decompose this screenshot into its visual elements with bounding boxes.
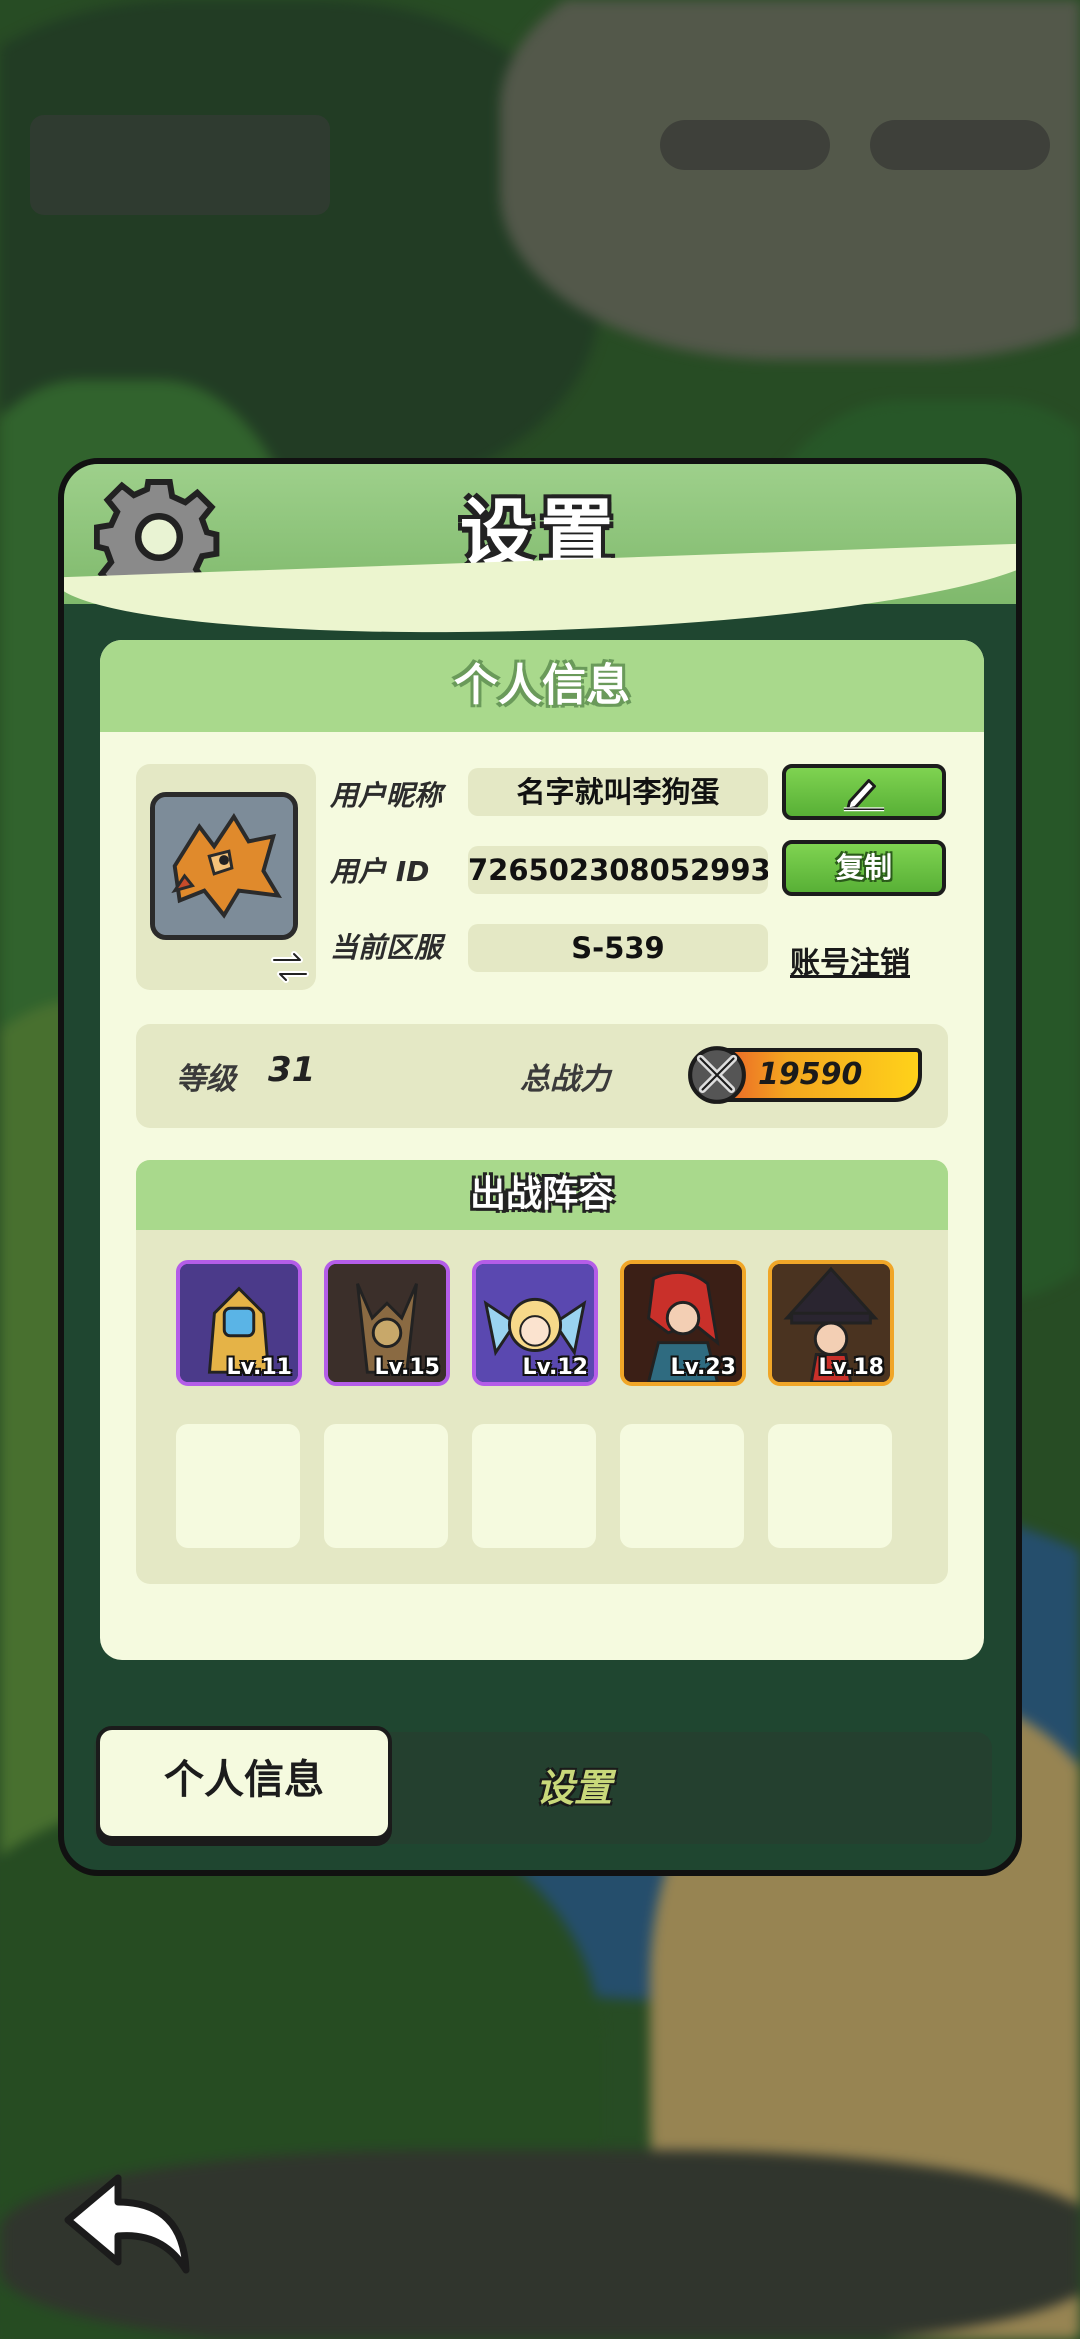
hero-level: Lv.23 bbox=[670, 1355, 736, 1380]
crossed-swords-icon bbox=[688, 1046, 746, 1104]
resource-pill bbox=[870, 120, 1050, 170]
power-value: 19590 bbox=[758, 1057, 863, 1092]
level-value: 31 bbox=[268, 1050, 316, 1090]
avatar-container[interactable] bbox=[136, 764, 316, 990]
empty-slot[interactable] bbox=[620, 1424, 744, 1548]
hero-slot-1[interactable]: Lv.11 bbox=[176, 1260, 302, 1386]
copy-id-button[interactable]: 复制 bbox=[782, 840, 946, 896]
pencil-icon bbox=[843, 779, 885, 812]
hero-level: Lv.12 bbox=[522, 1355, 588, 1380]
tab-bar: 个人信息 设置 bbox=[94, 1726, 992, 1844]
team-lineup: 出战阵容 Lv.11 Lv.15 Lv.12 Lv.23 Lv.18 bbox=[136, 1160, 948, 1584]
hero-level: Lv.15 bbox=[374, 1355, 440, 1380]
empty-slot[interactable] bbox=[768, 1424, 892, 1548]
user-id-label: 用户 ID bbox=[330, 855, 430, 888]
swap-icon[interactable] bbox=[270, 950, 310, 984]
tab-personal-info[interactable]: 个人信息 bbox=[96, 1726, 392, 1840]
player-hud bbox=[30, 115, 330, 215]
dragon-avatar-icon bbox=[155, 797, 293, 935]
empty-slot[interactable] bbox=[176, 1424, 300, 1548]
resource-pill bbox=[660, 120, 830, 170]
power-label: 总战力 bbox=[520, 1062, 610, 1097]
user-id-value: 7265023080529938​0 bbox=[468, 846, 768, 894]
level-label: 等级 bbox=[176, 1062, 236, 1097]
nickname-value: 名字就叫李狗蛋 bbox=[468, 768, 768, 816]
empty-slot[interactable] bbox=[324, 1424, 448, 1548]
stats-row: 等级 31 总战力 19590 bbox=[136, 1024, 948, 1128]
cancel-account-link[interactable]: 账号注销 bbox=[790, 938, 910, 982]
hero-level: Lv.11 bbox=[226, 1355, 292, 1380]
nickname-label: 用户昵称 bbox=[330, 779, 443, 812]
team-title: 出战阵容 bbox=[136, 1160, 948, 1230]
avatar[interactable] bbox=[150, 792, 298, 940]
settings-panel: 设置 个人信息 用户昵称 名字就叫李狗蛋 用户 ID 7265023080529… bbox=[58, 458, 1022, 1876]
personal-info-card: 个人信息 用户昵称 名字就叫李狗蛋 用户 ID 726502308052993 … bbox=[100, 640, 984, 1660]
edit-nickname-button[interactable] bbox=[782, 764, 946, 820]
server-label: 当前区服 bbox=[330, 931, 443, 964]
empty-slot[interactable] bbox=[472, 1424, 596, 1548]
section-title: 个人信息 bbox=[100, 640, 984, 732]
hero-slot-3[interactable]: Lv.12 bbox=[472, 1260, 598, 1386]
hero-level: Lv.18 bbox=[818, 1355, 884, 1380]
hero-slot-2[interactable]: Lv.15 bbox=[324, 1260, 450, 1386]
tab-settings[interactable]: 设置 bbox=[424, 1732, 724, 1844]
power-badge: 19590 bbox=[688, 1046, 922, 1104]
back-arrow-icon[interactable] bbox=[58, 2170, 198, 2280]
hero-slot-5[interactable]: Lv.18 bbox=[768, 1260, 894, 1386]
server-value: S-539 bbox=[468, 924, 768, 972]
hero-slot-4[interactable]: Lv.23 bbox=[620, 1260, 746, 1386]
